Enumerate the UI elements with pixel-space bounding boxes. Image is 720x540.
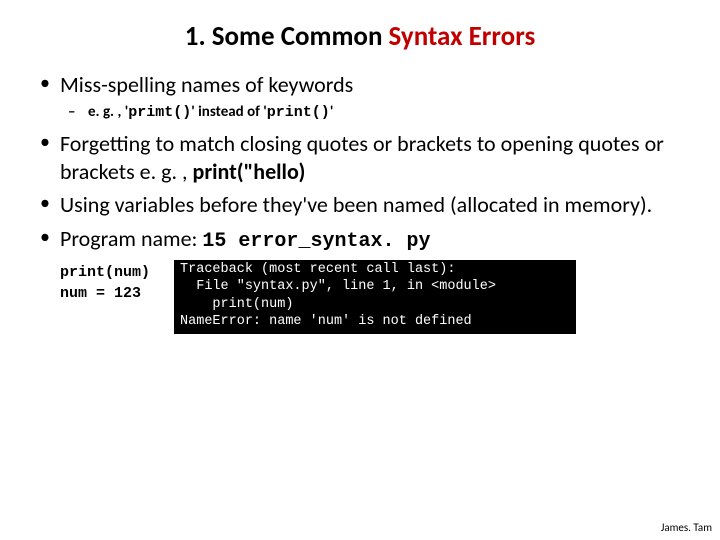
bullet-2-bold: print("hello)	[193, 158, 306, 185]
title-emphasis: Syntax Errors	[389, 20, 536, 53]
sub-bullet-1: e. g. , 'primt()' instead of 'print()'	[60, 103, 684, 123]
bullet-2: Forgetting to match closing quotes or br…	[36, 130, 684, 185]
bullet-4-code: 15 error_syntax. py	[202, 230, 430, 253]
title-prefix: 1. Some Common	[185, 20, 389, 53]
sub-bullet-list: e. g. , 'primt()' instead of 'print()'	[60, 103, 684, 123]
bullet-2-text: Forgetting to match closing quotes or br…	[60, 130, 664, 185]
bullet-4-text: Program name:	[60, 225, 202, 252]
slide-title: 1. Some Common Syntax Errors	[0, 0, 720, 63]
sub-code1: primt()	[128, 104, 191, 121]
code-terminal-row: print(num) num = 123 Traceback (most rec…	[60, 260, 684, 334]
bullet-1: Miss-spelling names of keywords e. g. , …	[36, 71, 684, 122]
bullet-3-text: Using variables before they've been name…	[60, 191, 652, 218]
footer-author: James. Tam	[661, 521, 712, 534]
terminal-output: Traceback (most recent call last): File …	[174, 260, 576, 334]
code-block: print(num) num = 123	[60, 260, 150, 306]
bullet-3: Using variables before they've been name…	[36, 191, 684, 219]
sub-mid: ' instead of '	[191, 103, 267, 121]
bullet-1-text: Miss-spelling names of keywords	[60, 71, 353, 98]
sub-prefix: e. g. , '	[88, 103, 128, 121]
bullet-4: Program name: 15 error_syntax. py	[36, 225, 684, 254]
sub-suffix: '	[330, 103, 334, 121]
slide-content: Miss-spelling names of keywords e. g. , …	[0, 63, 720, 334]
sub-code2: print()	[267, 104, 330, 121]
main-bullet-list: Miss-spelling names of keywords e. g. , …	[36, 71, 684, 254]
